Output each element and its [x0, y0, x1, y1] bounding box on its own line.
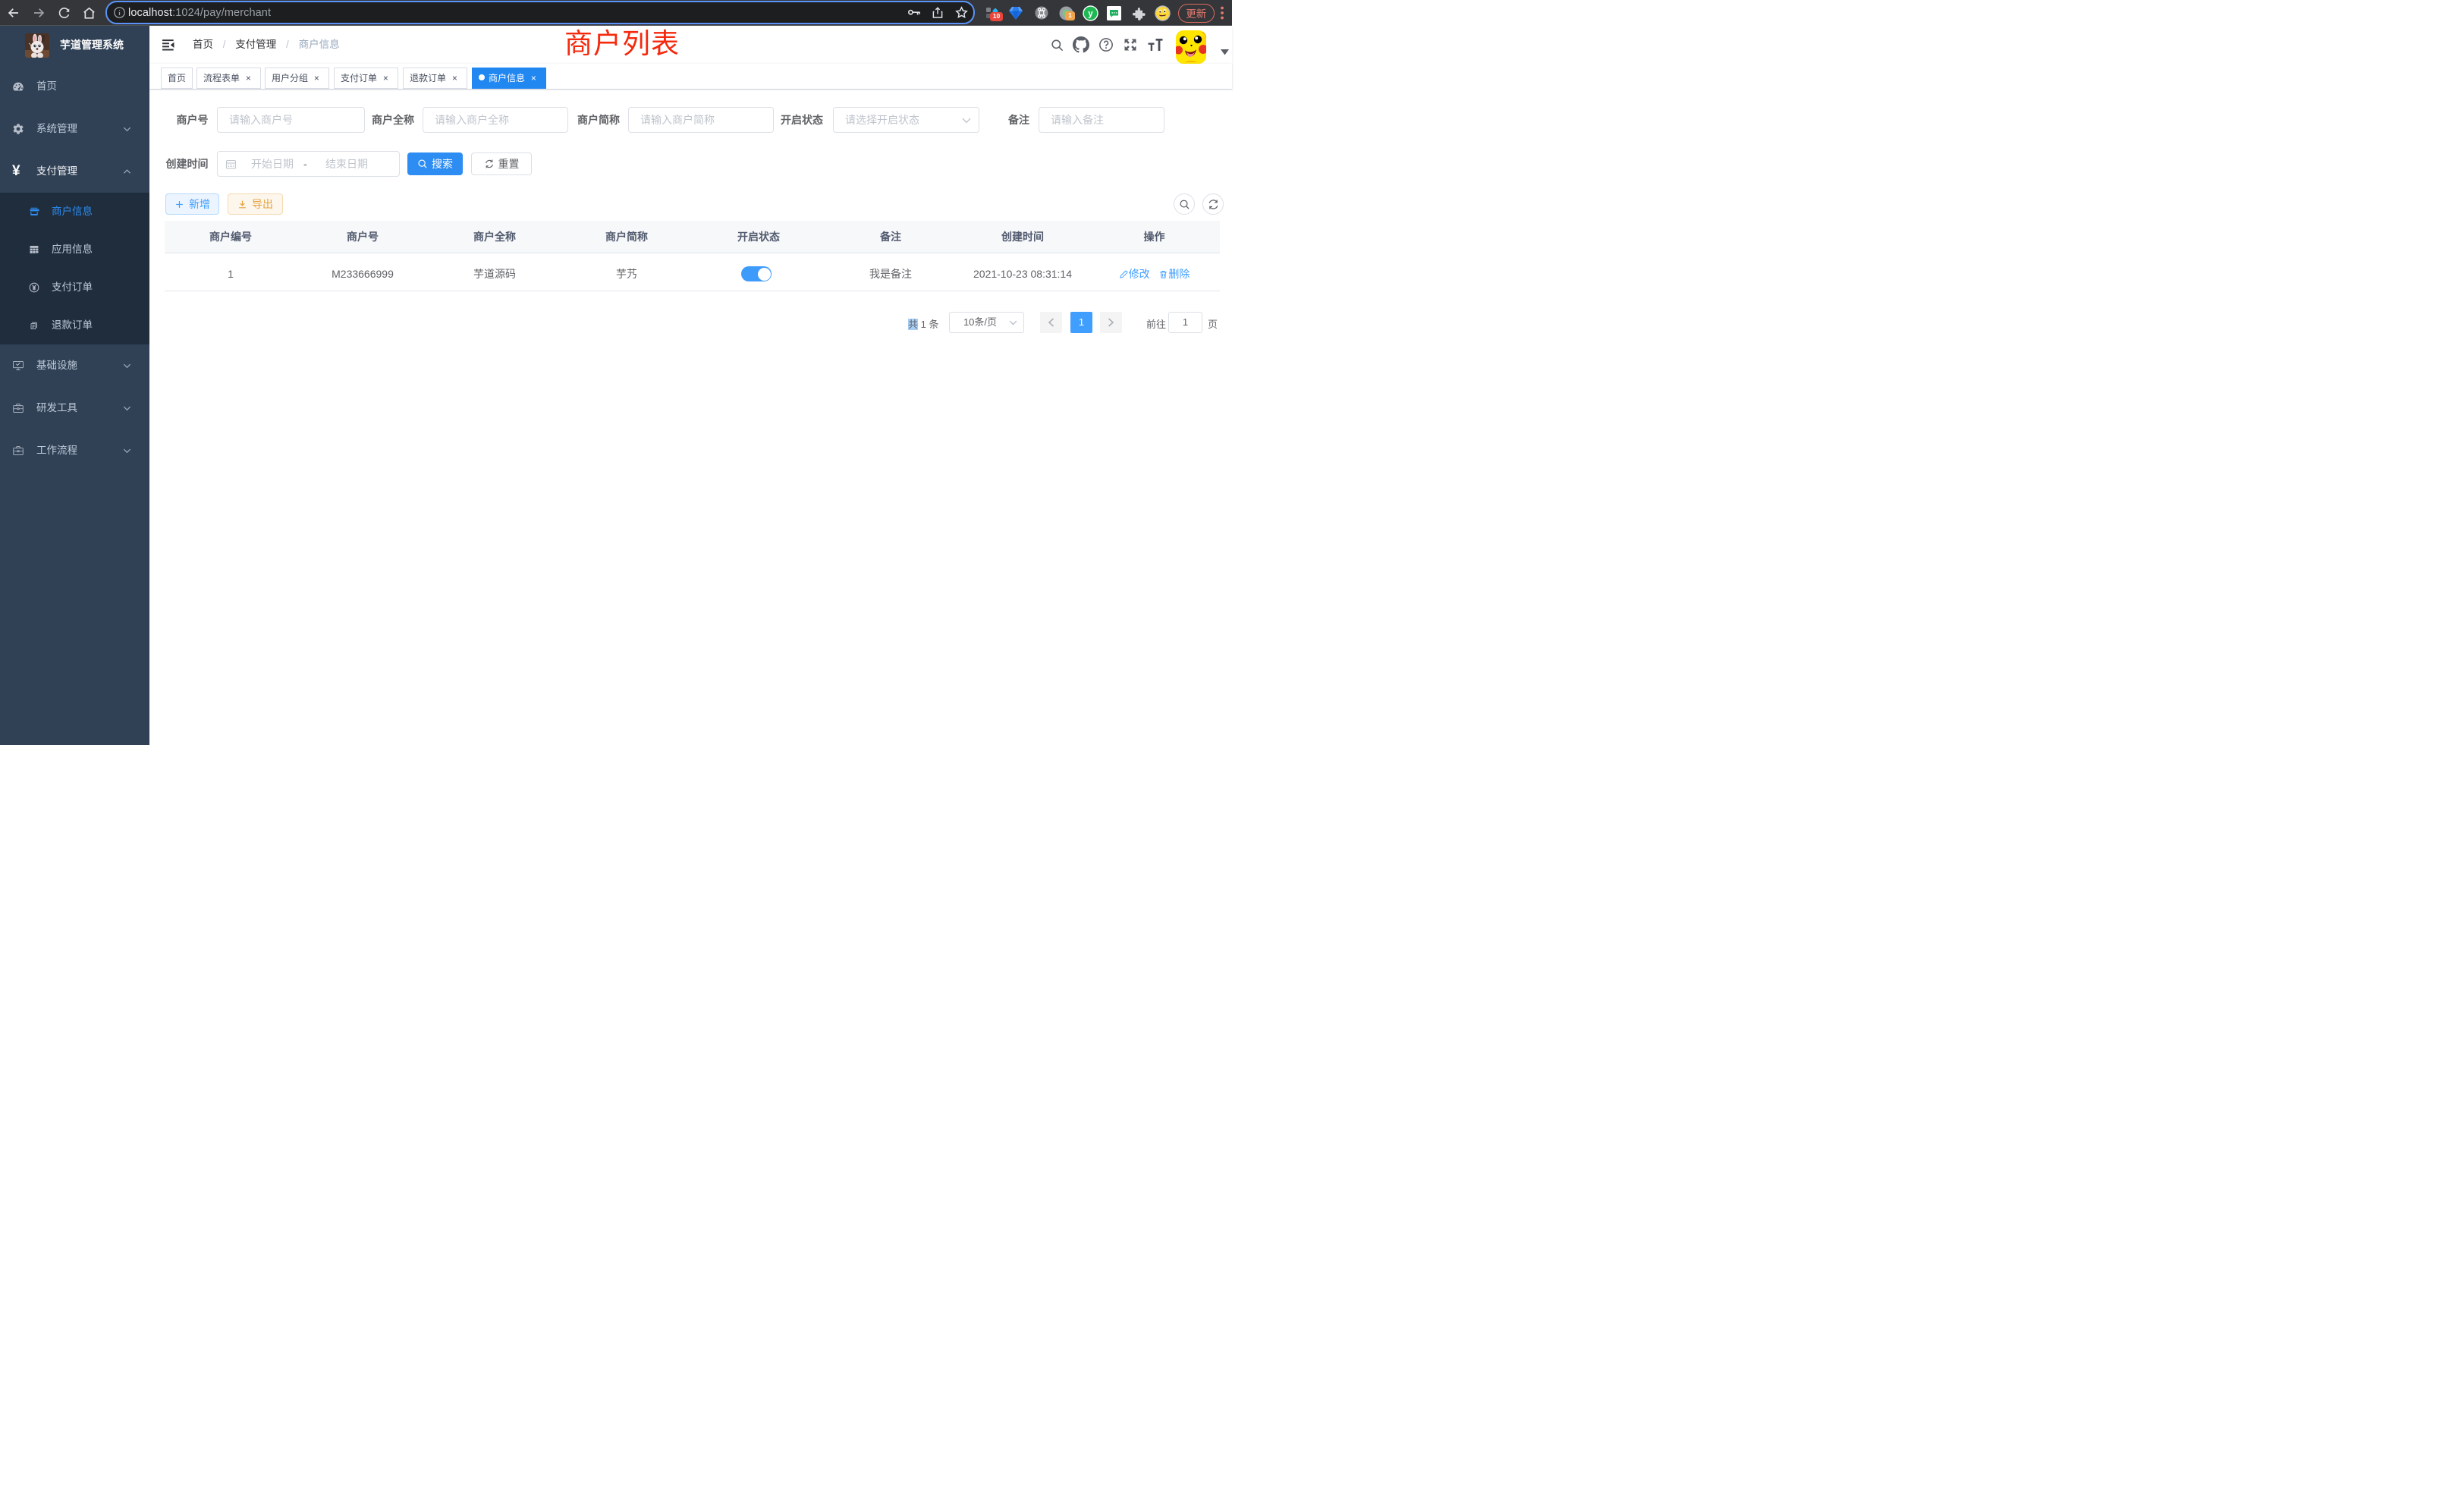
svg-text:y: y [1088, 9, 1093, 18]
